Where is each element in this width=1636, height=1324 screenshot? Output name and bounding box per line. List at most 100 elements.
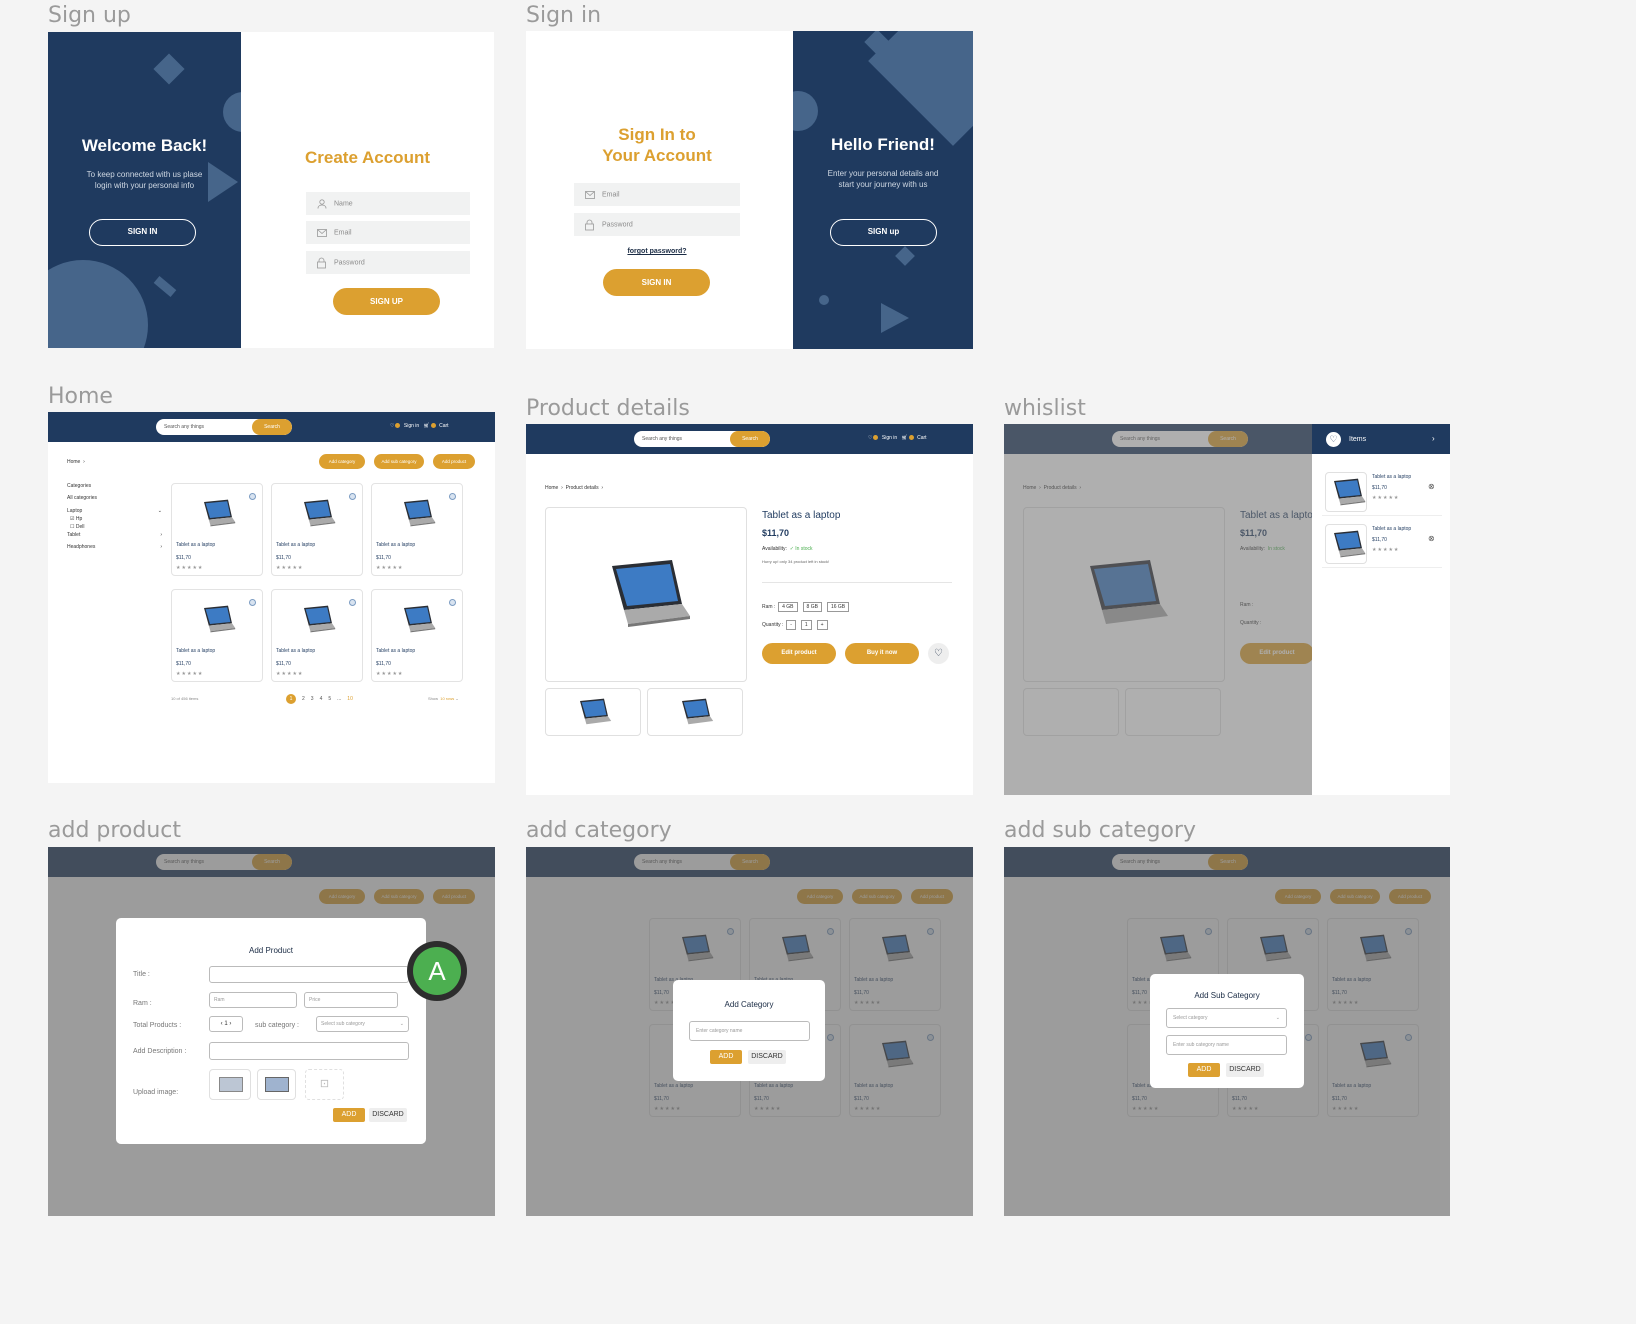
all-categories[interactable]: All categories xyxy=(67,494,162,502)
wishlist-heart-icon[interactable]: ♡ xyxy=(928,643,949,664)
ram-option[interactable]: 4 GB xyxy=(778,602,798,612)
category-select[interactable]: Select category ⌄ xyxy=(1166,1008,1287,1028)
uploaded-image-1[interactable] xyxy=(209,1069,251,1100)
show-label: Show xyxy=(428,696,439,701)
description-input[interactable] xyxy=(209,1042,409,1060)
laptop-thumb xyxy=(682,698,714,725)
cart-link[interactable]: Cart xyxy=(917,435,926,441)
wishlist-overlay[interactable] xyxy=(1004,424,1312,795)
product-card[interactable]: Tablet as a laptop $11,70 ★★★★★ xyxy=(171,589,263,682)
hello-signup-button[interactable]: SIGN up xyxy=(830,219,937,246)
signup-button[interactable]: SIGN UP xyxy=(333,288,440,315)
page-link[interactable]: 4 xyxy=(320,696,323,702)
category-laptop[interactable]: Laptop ⌄ xyxy=(67,507,162,515)
breadcrumb-home[interactable]: Home xyxy=(545,485,558,491)
product-card[interactable]: Tablet as a laptop $11,70 ★★★★★ xyxy=(371,483,463,576)
ram-input[interactable]: Ram xyxy=(209,992,297,1008)
card-rating: ★★★★★ xyxy=(176,565,204,571)
wishlist-item[interactable]: Tablet as a laptop $11,70 ★★★★★ ⊗ xyxy=(1322,468,1442,516)
thumbnail-1[interactable] xyxy=(545,688,641,736)
name-field[interactable]: Name xyxy=(306,192,470,215)
discard-button[interactable]: DISCARD xyxy=(369,1108,407,1122)
signin-email-field[interactable]: Email xyxy=(574,183,740,206)
user-icon[interactable]: ♡ xyxy=(868,435,872,441)
filter-dell[interactable]: ☐ Dell xyxy=(70,523,162,531)
page-link[interactable]: 1 xyxy=(286,694,296,704)
category-headphones[interactable]: Headphones › xyxy=(67,543,162,551)
breadcrumb: Home › Product details › xyxy=(545,485,604,491)
cart-link[interactable]: Cart xyxy=(439,423,448,429)
laptop-image xyxy=(219,1077,243,1092)
product-card[interactable]: Tablet as a laptop $11,70 ★★★★★ xyxy=(271,589,363,682)
page-link[interactable]: 2 xyxy=(302,696,305,702)
quantity-value[interactable]: 1 xyxy=(800,620,812,630)
ram-option[interactable]: 16 GB xyxy=(826,602,850,612)
discard-button[interactable]: DISCARD xyxy=(748,1050,786,1064)
add-button[interactable]: ADD xyxy=(333,1108,365,1122)
cart-icon[interactable]: 🛒︎ xyxy=(901,435,907,441)
avatar[interactable]: A xyxy=(407,941,467,1001)
search-bar[interactable]: Search any things Search xyxy=(634,431,770,447)
sub-category-name-input[interactable]: Enter sub category name xyxy=(1166,1035,1287,1055)
edit-product-button[interactable]: Edit product xyxy=(762,643,836,664)
remove-icon[interactable]: ⊗ xyxy=(1428,534,1435,543)
buy-now-button[interactable]: Buy it now xyxy=(845,643,919,664)
quantity-decrease[interactable]: - xyxy=(786,620,796,630)
add-button[interactable]: ADD xyxy=(1188,1063,1220,1077)
wishlist-heart-icon[interactable] xyxy=(349,493,356,500)
wishlist-heart-icon[interactable] xyxy=(349,599,356,606)
uploaded-image-2[interactable] xyxy=(257,1069,296,1100)
remove-icon[interactable]: ⊗ xyxy=(1428,482,1435,491)
home-frame: Search any things Search ♡ Sign in 🛒︎ Ca… xyxy=(48,412,495,783)
cart-icon[interactable]: 🛒︎ xyxy=(423,423,429,429)
discard-button[interactable]: DISCARD xyxy=(1226,1063,1264,1077)
email-field[interactable]: Email xyxy=(306,221,470,244)
add-sub-category-button[interactable]: Add sub category xyxy=(374,454,424,469)
add-category-button[interactable]: Add category xyxy=(319,454,365,469)
page-link[interactable]: 5 xyxy=(328,696,331,702)
upload-image-icon[interactable]: ⊡ xyxy=(305,1069,344,1100)
title-input[interactable] xyxy=(209,966,409,983)
quantity-increase[interactable]: + xyxy=(816,620,828,630)
ram-option[interactable]: 8 GB xyxy=(802,602,822,612)
sub-category-select[interactable]: Select sub category ⌄ xyxy=(316,1016,409,1032)
product-card[interactable]: Tablet as a laptop $11,70 ★★★★★ xyxy=(171,483,263,576)
signin-button[interactable]: SIGN IN xyxy=(89,219,196,246)
decor-big-circle xyxy=(48,260,148,348)
wishlist-heart-icon[interactable] xyxy=(449,599,456,606)
user-icon[interactable]: ♡ xyxy=(390,423,394,429)
product-card[interactable]: Tablet as a laptop $11,70 ★★★★★ xyxy=(371,589,463,682)
search-bar[interactable]: Search any things Search xyxy=(156,419,292,435)
wishlist-heart-icon[interactable] xyxy=(449,493,456,500)
wishlist-heart-icon[interactable] xyxy=(249,493,256,500)
wishlist-heart-icon[interactable] xyxy=(249,599,256,606)
signin-submit-button[interactable]: SIGN IN xyxy=(603,269,710,296)
card-price: $11,70 xyxy=(376,555,391,561)
thumbnail-2[interactable] xyxy=(647,688,743,736)
laptop-image xyxy=(404,605,436,633)
add-product-button[interactable]: Add product xyxy=(433,454,475,469)
chevron-right-icon[interactable]: › xyxy=(1432,434,1435,443)
search-button[interactable]: Search xyxy=(730,431,770,447)
search-button[interactable]: Search xyxy=(252,419,292,435)
total-stepper[interactable]: ‹ 1 › xyxy=(209,1016,243,1032)
page-link[interactable]: ... xyxy=(337,696,341,702)
password-field[interactable]: Password xyxy=(306,251,470,274)
breadcrumb-details[interactable]: Product details xyxy=(566,485,599,491)
page-link[interactable]: 3 xyxy=(311,696,314,702)
product-card[interactable]: Tablet as a laptop $11,70 ★★★★★ xyxy=(271,483,363,576)
signin-link[interactable]: Sign in xyxy=(404,423,419,429)
category-name-input[interactable]: Enter category name xyxy=(689,1021,810,1041)
breadcrumb-home[interactable]: Home xyxy=(67,459,80,465)
forgot-password-link[interactable]: forgot password? xyxy=(526,248,788,255)
add-button[interactable]: ADD xyxy=(710,1050,742,1064)
category-tablet[interactable]: Tablet › xyxy=(67,531,162,539)
rows-selector[interactable]: Show 10 rows ⌄ xyxy=(428,696,459,701)
signin-link[interactable]: Sign in xyxy=(882,435,897,441)
price-input[interactable]: Price xyxy=(304,992,398,1008)
wishlist-item[interactable]: Tablet as a laptop $11,70 ★★★★★ ⊗ xyxy=(1322,520,1442,568)
page-link[interactable]: 10 xyxy=(347,696,353,702)
signin-password-field[interactable]: Password xyxy=(574,213,740,236)
filter-hp[interactable]: ☑ Hp xyxy=(70,515,162,523)
card-title: Tablet as a laptop xyxy=(176,648,216,654)
